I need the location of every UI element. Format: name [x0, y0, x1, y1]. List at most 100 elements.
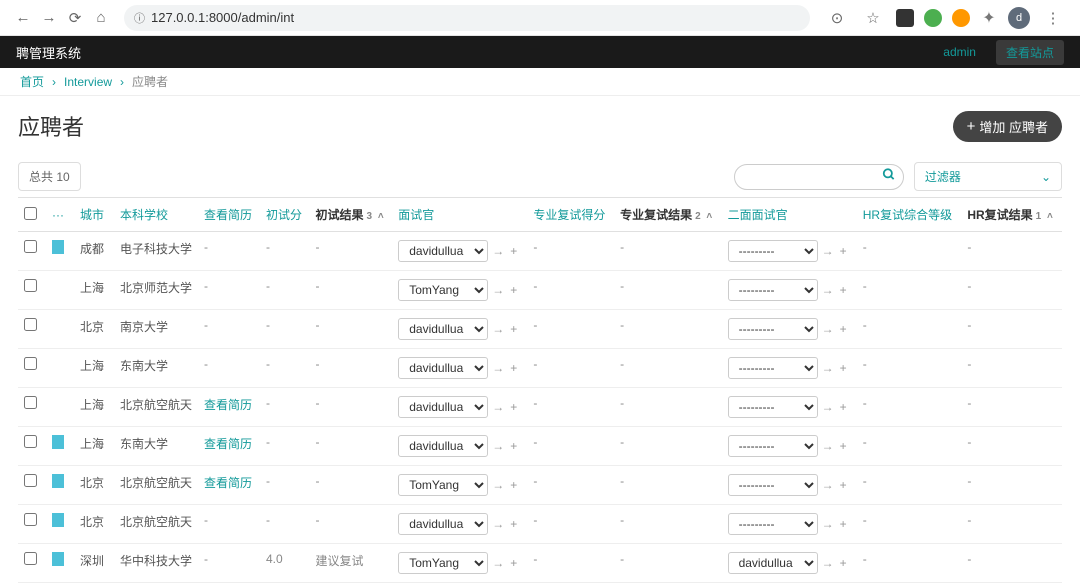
- add-icon[interactable]: +: [510, 361, 517, 375]
- home-button[interactable]: ⌂: [90, 7, 112, 29]
- interviewer1-select[interactable]: davidullua: [398, 435, 488, 457]
- interviewer2-select[interactable]: ---------: [728, 435, 818, 457]
- view-site-button[interactable]: 查看站点: [996, 40, 1064, 65]
- go-icon[interactable]: →: [492, 439, 504, 453]
- add-icon[interactable]: +: [840, 400, 847, 414]
- go-icon[interactable]: →: [492, 283, 504, 297]
- add-button[interactable]: + 增加 应聘者: [953, 111, 1062, 142]
- col-thumb[interactable]: ···: [46, 198, 74, 232]
- interviewer1-select[interactable]: davidullua: [398, 357, 488, 379]
- menu-icon[interactable]: ⋮: [1042, 7, 1064, 29]
- add-icon[interactable]: +: [510, 556, 517, 570]
- row-checkbox[interactable]: [24, 474, 37, 487]
- go-icon[interactable]: →: [822, 556, 834, 570]
- col-interviewer2[interactable]: 二面面试官: [722, 198, 857, 232]
- add-icon[interactable]: +: [840, 283, 847, 297]
- search-input[interactable]: [734, 164, 904, 190]
- add-icon[interactable]: +: [840, 439, 847, 453]
- go-icon[interactable]: →: [492, 361, 504, 375]
- add-icon[interactable]: +: [510, 400, 517, 414]
- filter-dropdown[interactable]: 过滤器 ⌄: [914, 162, 1062, 191]
- reload-button[interactable]: ⟳: [64, 7, 86, 29]
- go-icon[interactable]: →: [822, 361, 834, 375]
- interviewer1-select[interactable]: TomYang: [398, 474, 488, 496]
- go-icon[interactable]: →: [822, 400, 834, 414]
- add-icon[interactable]: +: [840, 556, 847, 570]
- interviewer1-select[interactable]: TomYang: [398, 279, 488, 301]
- interviewer2-select[interactable]: ---------: [728, 318, 818, 340]
- ext-orange-icon[interactable]: [952, 9, 970, 27]
- interviewer2-select[interactable]: ---------: [728, 357, 818, 379]
- interviewer2-select[interactable]: ---------: [728, 279, 818, 301]
- add-icon[interactable]: +: [510, 439, 517, 453]
- add-icon[interactable]: +: [840, 322, 847, 336]
- interviewer2-select[interactable]: ---------: [728, 474, 818, 496]
- row-checkbox[interactable]: [24, 279, 37, 292]
- url-bar[interactable]: ⓘ 127.0.0.1:8000/admin/int: [124, 5, 810, 31]
- go-icon[interactable]: →: [822, 244, 834, 258]
- row-checkbox[interactable]: [24, 435, 37, 448]
- breadcrumb-section[interactable]: Interview: [64, 75, 112, 89]
- user-link[interactable]: admin: [943, 45, 976, 59]
- interviewer1-select[interactable]: TomYang: [398, 552, 488, 574]
- col-interviewer1[interactable]: 面试官: [392, 198, 527, 232]
- col-resume[interactable]: 查看简历: [198, 198, 260, 232]
- add-icon[interactable]: +: [510, 478, 517, 492]
- row-checkbox[interactable]: [24, 318, 37, 331]
- row-checkbox[interactable]: [24, 240, 37, 253]
- col-score1[interactable]: 初试分: [260, 198, 310, 232]
- ext-green-icon[interactable]: [924, 9, 942, 27]
- row-checkbox[interactable]: [24, 552, 37, 565]
- row-checkbox[interactable]: [24, 513, 37, 526]
- go-icon[interactable]: →: [822, 283, 834, 297]
- interviewer2-select[interactable]: ---------: [728, 396, 818, 418]
- go-icon[interactable]: →: [492, 478, 504, 492]
- row-checkbox[interactable]: [24, 357, 37, 370]
- interviewer1-select[interactable]: davidullua: [398, 396, 488, 418]
- select-all-checkbox[interactable]: [24, 207, 37, 220]
- go-icon[interactable]: →: [822, 478, 834, 492]
- interviewer1-select[interactable]: davidullua: [398, 240, 488, 262]
- add-icon[interactable]: +: [510, 517, 517, 531]
- search-icon[interactable]: ⊙: [826, 7, 848, 29]
- col-hrgrade[interactable]: HR复试综合等级: [857, 198, 962, 232]
- interviewer1-select[interactable]: davidullua: [398, 513, 488, 535]
- search-icon[interactable]: [882, 167, 896, 186]
- col-score2[interactable]: 专业复试得分: [527, 198, 614, 232]
- go-icon[interactable]: →: [822, 322, 834, 336]
- interviewer2-select[interactable]: ---------: [728, 513, 818, 535]
- col-school[interactable]: 本科学校: [114, 198, 198, 232]
- col-result1[interactable]: 初试结果3 ˄: [309, 198, 392, 232]
- col-city[interactable]: 城市: [74, 198, 114, 232]
- interviewer2-select[interactable]: ---------: [728, 240, 818, 262]
- go-icon[interactable]: →: [492, 322, 504, 336]
- add-icon[interactable]: +: [840, 244, 847, 258]
- add-icon[interactable]: +: [840, 517, 847, 531]
- go-icon[interactable]: →: [492, 556, 504, 570]
- add-icon[interactable]: +: [840, 361, 847, 375]
- go-icon[interactable]: →: [822, 517, 834, 531]
- go-icon[interactable]: →: [492, 400, 504, 414]
- ext-qr-icon[interactable]: [896, 9, 914, 27]
- ext-puzzle-icon[interactable]: ✦: [980, 9, 998, 27]
- breadcrumb-home[interactable]: 首页: [20, 73, 44, 90]
- add-icon[interactable]: +: [840, 478, 847, 492]
- star-icon[interactable]: ☆: [862, 7, 884, 29]
- go-icon[interactable]: →: [492, 517, 504, 531]
- forward-button[interactable]: →: [38, 7, 60, 29]
- add-icon[interactable]: +: [510, 244, 517, 258]
- go-icon[interactable]: →: [492, 244, 504, 258]
- row-checkbox[interactable]: [24, 396, 37, 409]
- profile-avatar[interactable]: d: [1008, 7, 1030, 29]
- interviewer1-select[interactable]: davidullua: [398, 318, 488, 340]
- col-hrresult[interactable]: HR复试结果1 ˄: [961, 198, 1062, 232]
- interviewer2-select[interactable]: davidullua: [728, 552, 818, 574]
- cell-resume[interactable]: 查看简历: [198, 388, 260, 427]
- col-result2[interactable]: 专业复试结果2 ˄: [614, 198, 722, 232]
- add-icon[interactable]: +: [510, 283, 517, 297]
- back-button[interactable]: ←: [12, 7, 34, 29]
- cell-resume[interactable]: 查看简历: [198, 466, 260, 505]
- cell-resume[interactable]: 查看简历: [198, 427, 260, 466]
- go-icon[interactable]: →: [822, 439, 834, 453]
- add-icon[interactable]: +: [510, 322, 517, 336]
